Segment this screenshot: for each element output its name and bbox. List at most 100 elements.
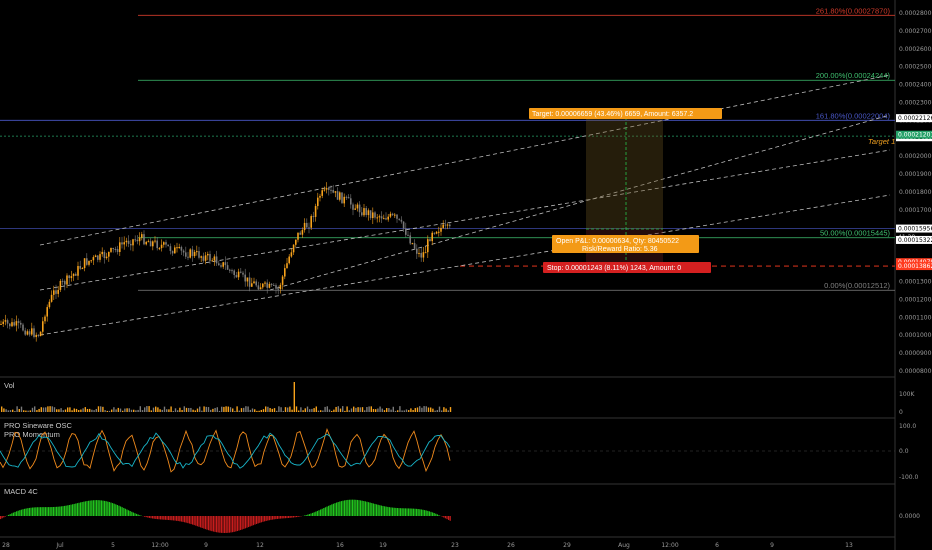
candle-body bbox=[255, 281, 257, 286]
candle-body bbox=[409, 235, 411, 244]
candle-body bbox=[385, 218, 387, 220]
macd-bar bbox=[62, 506, 64, 516]
macd-bar bbox=[244, 516, 246, 529]
macd-bar bbox=[347, 499, 349, 516]
volume-bar bbox=[361, 407, 364, 412]
candle-body bbox=[167, 244, 169, 247]
macd-bar bbox=[230, 516, 232, 533]
candle-body bbox=[356, 204, 359, 209]
volume-bar bbox=[14, 410, 16, 412]
macd-bar bbox=[233, 516, 235, 532]
macd-bar bbox=[312, 512, 314, 516]
volume-bar bbox=[58, 409, 60, 412]
volume-bar bbox=[60, 408, 62, 412]
volume-bar bbox=[447, 410, 449, 412]
price-tick-label: 0.00013000 bbox=[899, 279, 932, 286]
volume-bar bbox=[29, 410, 31, 412]
candle-body bbox=[411, 243, 414, 245]
macd-bar bbox=[161, 516, 163, 520]
macd-bar bbox=[214, 516, 216, 532]
macd-bar bbox=[385, 506, 387, 516]
macd-bar bbox=[57, 506, 59, 516]
price-tick-label: 0.00025000 bbox=[899, 64, 932, 71]
macd-bar bbox=[268, 516, 270, 521]
volume-bar bbox=[194, 410, 196, 412]
macd-bar bbox=[190, 516, 192, 525]
macd-bar bbox=[171, 516, 173, 521]
candle-body bbox=[299, 232, 301, 235]
volume-pane-title: Vol bbox=[4, 381, 15, 390]
volume-bar bbox=[185, 407, 188, 412]
volume-bar bbox=[113, 407, 115, 412]
volume-bar bbox=[302, 410, 304, 412]
volume-bar bbox=[95, 408, 97, 412]
macd-bar bbox=[43, 507, 45, 516]
channel-line bbox=[39, 74, 891, 246]
macd-bar bbox=[364, 501, 366, 516]
macd-bar bbox=[97, 500, 99, 516]
price-axis[interactable]: 0.00028000 0.00027000 0.00026000 0.00025000… bbox=[899, 10, 932, 375]
candle-body bbox=[350, 198, 352, 205]
candle-body bbox=[407, 234, 409, 236]
candle-body bbox=[374, 212, 376, 218]
macd-bar bbox=[276, 516, 278, 519]
candle-body bbox=[116, 249, 119, 252]
macd-bar bbox=[102, 500, 104, 516]
macd-bar bbox=[435, 513, 437, 516]
volume-bar bbox=[86, 408, 89, 412]
volume-bar bbox=[293, 382, 295, 412]
candle-body bbox=[297, 232, 299, 240]
candle-body bbox=[77, 266, 79, 276]
macd-bar bbox=[118, 505, 120, 516]
macd-bar bbox=[374, 503, 376, 516]
macd-bar bbox=[318, 510, 320, 516]
macd-bar bbox=[153, 516, 155, 519]
candle-body bbox=[290, 252, 293, 257]
candle-body bbox=[149, 241, 152, 247]
trend-channel[interactable] bbox=[39, 74, 891, 336]
macd-bar bbox=[180, 516, 182, 522]
volume-bar bbox=[397, 410, 399, 412]
volume-bar bbox=[106, 410, 108, 412]
volume-bar bbox=[298, 410, 300, 412]
candle-body bbox=[86, 258, 88, 265]
volume-bar bbox=[152, 407, 155, 412]
candle-body bbox=[352, 204, 354, 210]
volume-bar bbox=[166, 409, 168, 412]
candle-body bbox=[160, 244, 163, 249]
macd-bar bbox=[65, 505, 67, 516]
candle-body bbox=[361, 212, 363, 216]
candle-body bbox=[343, 196, 345, 204]
macd-bar bbox=[412, 508, 414, 516]
candle-body bbox=[262, 283, 264, 288]
macd-bar bbox=[115, 504, 117, 516]
candle-body bbox=[152, 241, 154, 247]
candle-body bbox=[169, 246, 172, 252]
macd-bar bbox=[64, 505, 66, 516]
macd-bar bbox=[254, 516, 256, 525]
long-position-tool[interactable]: Target: 0.00006659 (43.46%) 6659, Amount… bbox=[529, 108, 722, 273]
candle-body bbox=[431, 232, 433, 242]
trading-chart[interactable]: Vol PRO Sineware OSC PRO Momentum MACD 4… bbox=[0, 0, 932, 550]
macd-bar bbox=[408, 508, 410, 516]
volume-bars: 100K 0 bbox=[1, 382, 915, 416]
macd-bar bbox=[272, 516, 274, 520]
macd-bar bbox=[30, 507, 32, 516]
time-tick-label: 12 bbox=[256, 542, 264, 549]
volume-bar bbox=[150, 410, 152, 412]
volume-bar bbox=[390, 409, 392, 412]
macd-bar bbox=[267, 516, 269, 521]
candle-body bbox=[240, 271, 242, 273]
volume-bar bbox=[34, 406, 36, 412]
fibonacci-levels[interactable]: 261.80%(0.00027870) 200.00%(0.00024244) 16… bbox=[0, 6, 895, 291]
volume-bar bbox=[258, 410, 260, 412]
macd-bar bbox=[24, 508, 26, 516]
volume-bar bbox=[357, 407, 359, 412]
volume-bar bbox=[135, 410, 137, 412]
time-axis[interactable]: 28 Jul 5 12:00 9 12 16 19 23 26 29 Aug 12:00 6 9 13 bbox=[2, 542, 853, 549]
macd-bar bbox=[49, 507, 51, 516]
volume-bar bbox=[320, 410, 322, 412]
time-tick-label: 29 bbox=[563, 542, 571, 549]
macd-bar bbox=[424, 510, 426, 516]
volume-bar bbox=[126, 408, 128, 412]
